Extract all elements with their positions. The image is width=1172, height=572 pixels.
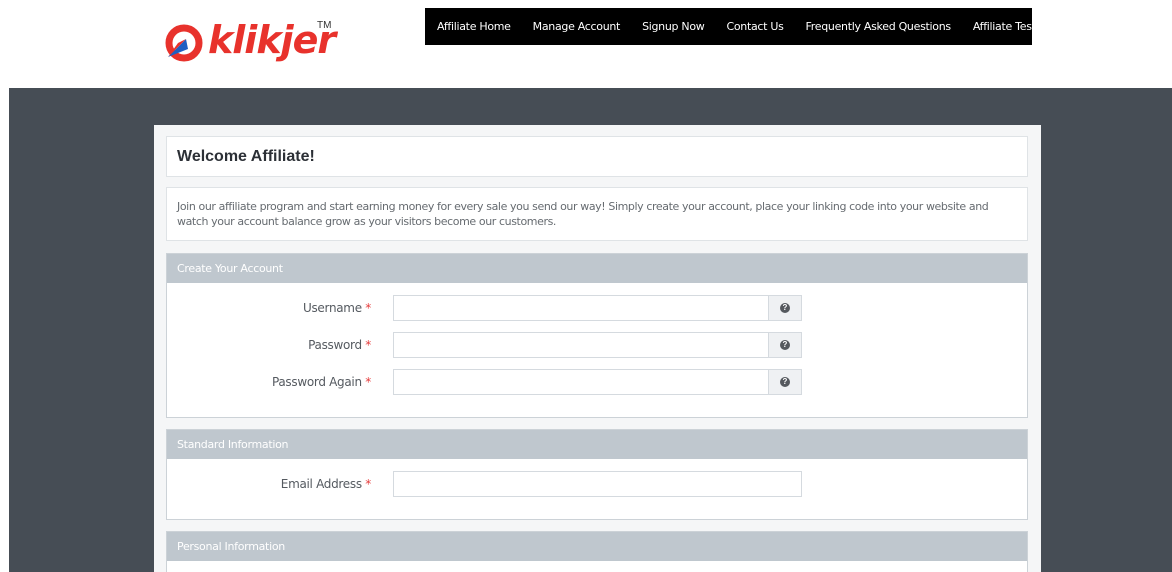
logo-arrow-icon [165,24,203,62]
password-again-help-button[interactable]: ? [768,369,802,395]
intro-text: Join our affiliate program and start ear… [177,200,989,228]
password-again-input[interactable] [393,369,769,395]
username-input[interactable] [393,295,769,321]
password-again-row: Password Again * ? [167,369,1027,395]
nav-signup-now[interactable]: Signup Now [642,20,705,33]
username-row: Username * ? [167,295,1027,321]
trademark-symbol: TM [317,20,332,31]
password-row: Password * ? [167,332,1027,358]
intro-panel: Join our affiliate program and start ear… [166,187,1028,241]
klikjer-logo[interactable]: klikjer TM [164,17,344,67]
question-circle-icon: ? [780,303,790,313]
nav-affiliate-home[interactable]: Affiliate Home [437,20,511,33]
password-again-label: Password Again * [271,375,371,389]
required-marker: * [365,301,371,315]
nav-manage-account[interactable]: Manage Account [533,20,621,33]
standard-information-section: Standard Information Email Address * [166,429,1028,520]
site-header: klikjer TM Affiliate Home Manage Account… [0,0,1172,88]
password-label: Password * [308,338,371,352]
email-label: Email Address * [280,477,372,491]
required-marker: * [365,477,371,491]
username-help-button[interactable]: ? [768,295,802,321]
personal-information-section: Personal Information [166,531,1028,572]
section-title: Standard Information [167,430,1027,459]
required-marker: * [365,338,371,352]
nav-contact-us[interactable]: Contact Us [726,20,783,33]
required-marker: * [365,375,371,389]
password-input[interactable] [393,332,769,358]
section-title: Create Your Account [167,254,1027,283]
email-input[interactable] [393,471,802,497]
section-title: Personal Information [167,532,1027,561]
question-circle-icon: ? [780,340,790,350]
email-row: Email Address * [167,471,1027,497]
create-account-section: Create Your Account Username * ? Passwor… [166,253,1028,418]
password-help-button[interactable]: ? [768,332,802,358]
question-circle-icon: ? [780,377,790,387]
nav-affiliate-testimonials[interactable]: Affiliate Testimonials [973,20,1080,33]
username-label: Username * [303,301,371,315]
nav-faq[interactable]: Frequently Asked Questions [806,20,952,33]
top-navigation: Affiliate Home Manage Account Signup Now… [425,8,1080,45]
welcome-panel: Welcome Affiliate! [166,136,1028,177]
page-title: Welcome Affiliate! [177,148,315,165]
